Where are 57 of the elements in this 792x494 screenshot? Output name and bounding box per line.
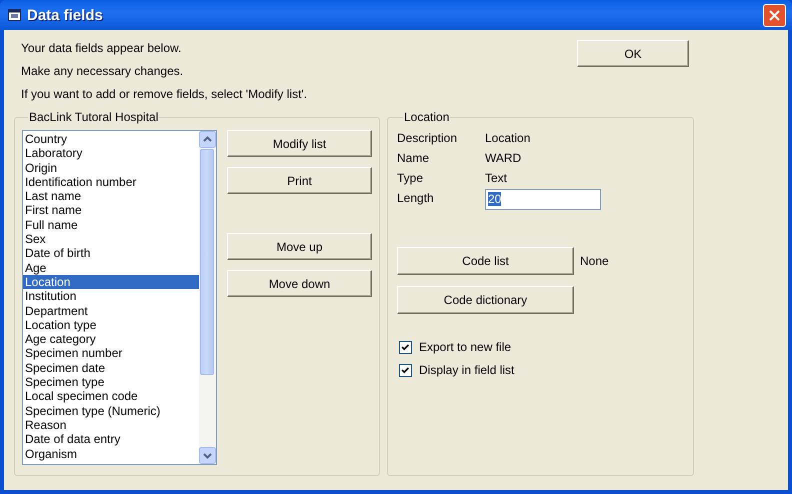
list-item[interactable]: Local specimen code xyxy=(23,389,199,404)
close-icon xyxy=(769,10,780,20)
checkbox[interactable] xyxy=(399,364,412,376)
property-label: Length xyxy=(397,191,435,205)
window-icon xyxy=(8,9,21,21)
scroll-up-icon[interactable] xyxy=(199,131,216,148)
list-item[interactable]: Date of data entry xyxy=(23,432,199,447)
code-list-button[interactable]: Code list xyxy=(397,247,574,275)
list-item[interactable]: Specimen type (Numeric) xyxy=(23,404,199,418)
list-item[interactable]: Specimen number xyxy=(23,346,199,361)
property-label: Name xyxy=(397,151,430,165)
list-item[interactable]: Reason xyxy=(23,418,199,432)
list-item[interactable]: Institution xyxy=(23,289,199,304)
group-title: Location xyxy=(403,110,450,124)
list-item[interactable]: Age xyxy=(23,260,199,275)
list-item[interactable]: Location xyxy=(23,274,199,290)
property-value: Location xyxy=(485,131,530,145)
list-action-button[interactable]: Modify list xyxy=(227,130,372,157)
property-value: WARD xyxy=(485,151,522,165)
property-value: Text xyxy=(485,171,508,185)
instruction-text: Your data fields appear below. xyxy=(21,40,182,57)
checkbox[interactable] xyxy=(399,340,412,354)
code-dictionary-button[interactable]: Code dictionary xyxy=(397,286,574,314)
property-label: Description xyxy=(397,131,458,145)
list-item[interactable]: Last name xyxy=(23,189,199,204)
scrollbar[interactable] xyxy=(199,131,216,464)
property-label: Type xyxy=(397,171,424,185)
list-item[interactable]: Origin xyxy=(23,160,199,175)
list-item[interactable]: Date of birth xyxy=(23,246,199,261)
list-item[interactable]: Organism xyxy=(23,446,199,461)
field-list[interactable] xyxy=(22,130,217,465)
list-item[interactable]: Full name xyxy=(23,218,199,232)
list-item[interactable]: Department xyxy=(23,304,199,318)
group-title: BacLink Tutoral Hospital xyxy=(28,110,160,124)
length-field[interactable]: 20 xyxy=(485,188,601,210)
list-item[interactable]: Specimen type xyxy=(23,375,199,390)
checkbox-label: Export to new file xyxy=(419,340,512,354)
instruction-text: Make any necessary changes. xyxy=(21,63,184,80)
list-action-button[interactable]: Move up xyxy=(227,233,372,260)
list-item[interactable]: Country xyxy=(23,132,199,146)
checkbox-label: Display in field list xyxy=(419,363,514,377)
list-item[interactable]: Sex xyxy=(23,232,199,246)
close-button[interactable] xyxy=(763,4,786,26)
list-item[interactable]: Laboratory xyxy=(23,146,199,161)
ok-button[interactable]: OK xyxy=(577,40,689,67)
list-item[interactable]: First name xyxy=(23,203,199,218)
list-item[interactable]: Location type xyxy=(23,318,199,332)
list-item[interactable]: Identification number xyxy=(23,174,199,190)
list-action-button[interactable]: Move down xyxy=(227,270,372,297)
code-list-value: None xyxy=(580,254,609,268)
instruction-text: If you want to add or remove fields, select 'Modify list'. xyxy=(21,86,308,103)
scroll-down-icon[interactable] xyxy=(199,447,216,464)
list-item[interactable]: Specimen date xyxy=(23,360,199,376)
list-item[interactable]: Age category xyxy=(23,332,199,346)
window-title: Data fields xyxy=(27,6,104,24)
list-action-button[interactable]: Print xyxy=(227,167,372,194)
scroll-thumb[interactable] xyxy=(200,149,214,375)
